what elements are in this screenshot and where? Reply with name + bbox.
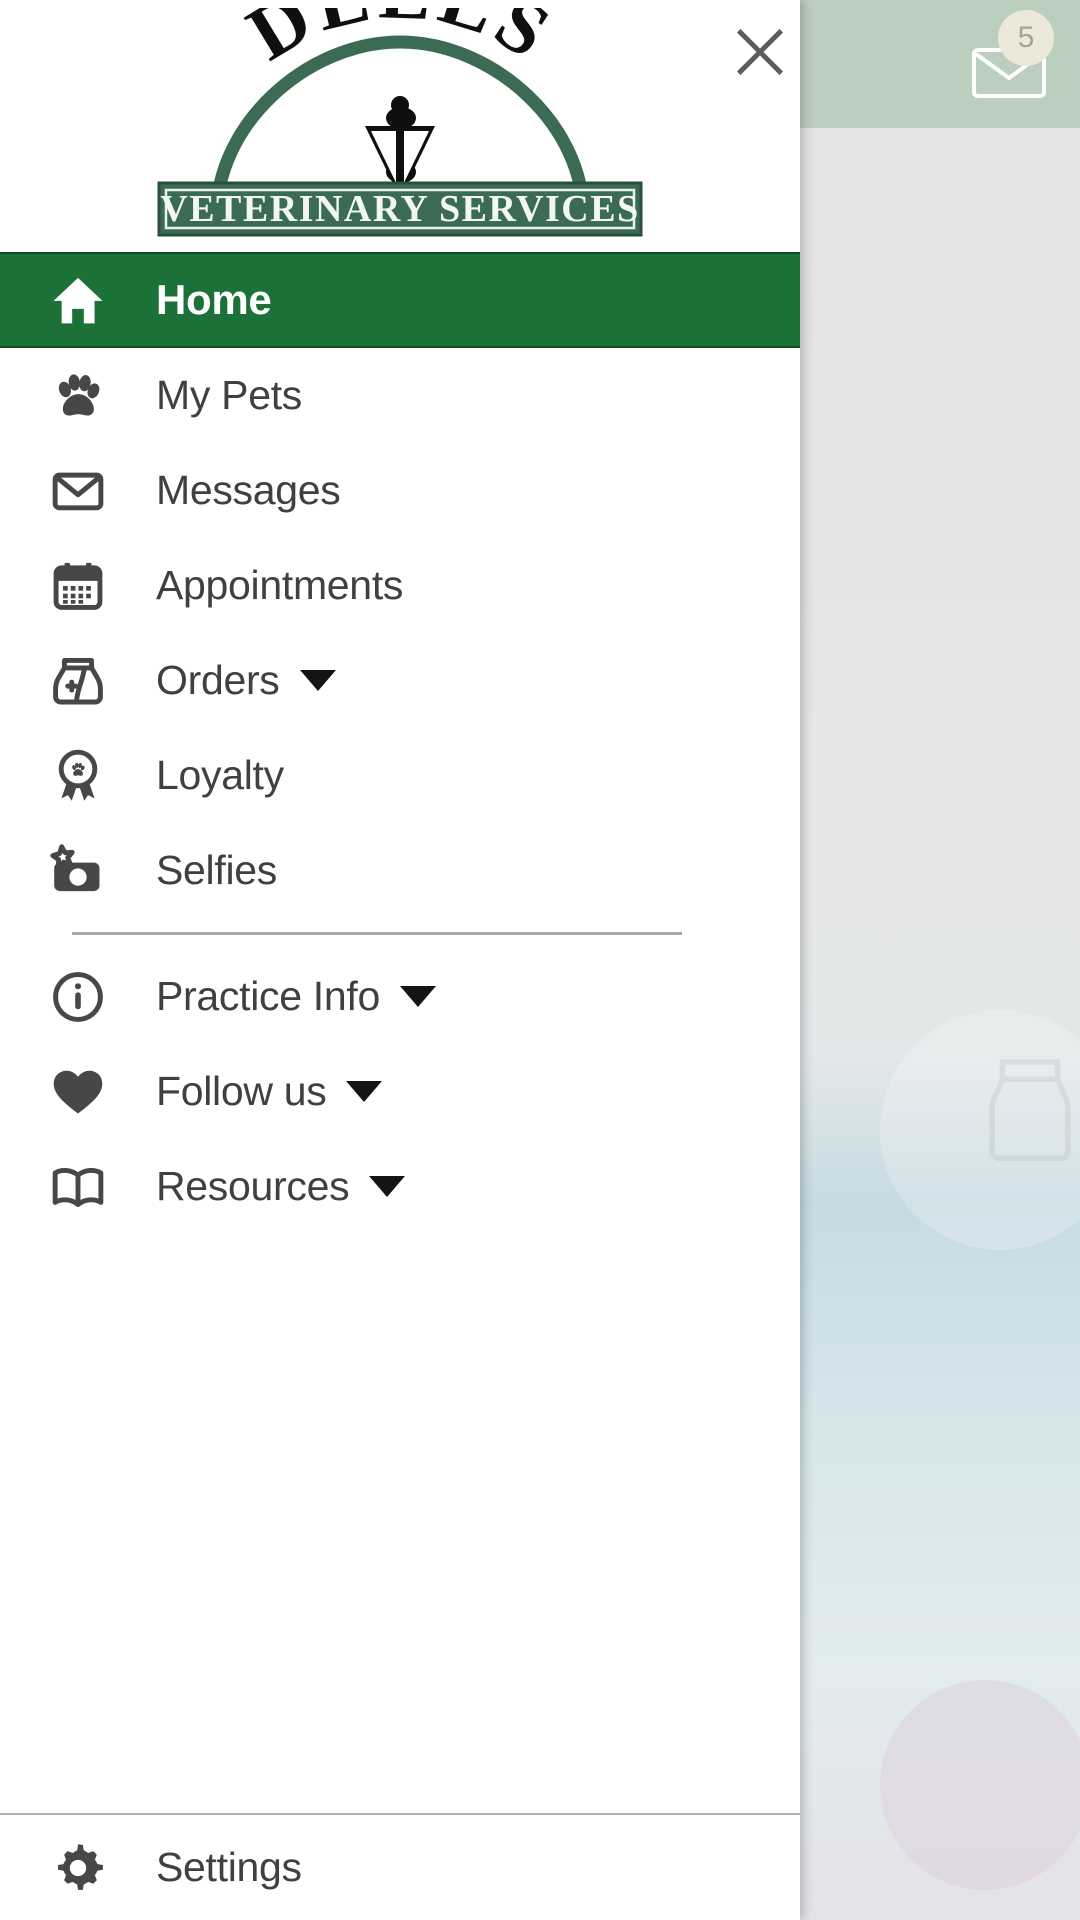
paw-icon — [0, 368, 156, 424]
close-icon — [736, 28, 784, 76]
menu-item-label: Practice Info — [156, 973, 380, 1019]
drawer-menu: Home My Pets Messages Appointments Order… — [0, 252, 800, 1524]
menu-item-label: Selfies — [156, 847, 277, 893]
menu-item-label: Orders — [156, 657, 280, 703]
menu-item-orders-row: Orders — [156, 657, 336, 704]
menu-item-follow-us-row: Follow us — [156, 1068, 383, 1115]
menu-divider — [72, 932, 682, 935]
chevron-down-icon[interactable] — [369, 1176, 406, 1197]
menu-item-label: Follow us — [156, 1068, 327, 1114]
message-count-badge: 5 — [998, 10, 1054, 66]
close-drawer-button[interactable] — [716, 8, 804, 96]
practice-logo: DELLS — [0, 0, 800, 252]
menu-item-practice-info[interactable]: Practice Info — [0, 949, 800, 1044]
home-icon — [0, 272, 156, 328]
heart-icon — [0, 1064, 156, 1120]
calendar-icon — [0, 558, 156, 614]
menu-item-selfies[interactable]: Selfies — [0, 823, 800, 918]
menu-item-label: Resources — [156, 1163, 350, 1209]
food-bag-icon — [0, 653, 156, 709]
menu-item-label: Appointments — [156, 562, 404, 608]
envelope-icon — [0, 463, 156, 519]
logo-artwork: DELLS — [157, 8, 643, 237]
menu-item-my-pets[interactable]: My Pets — [0, 348, 800, 443]
logo-banner-text: VETERINARY SERVICES — [160, 188, 639, 230]
menu-item-follow-us[interactable]: Follow us — [0, 1044, 800, 1139]
open-book-icon — [0, 1159, 156, 1215]
food-bag-icon — [989, 1059, 1071, 1162]
menu-item-label: Home — [156, 276, 272, 323]
menu-item-label: Messages — [156, 467, 341, 513]
background-decoration-circle-2 — [880, 1680, 1080, 1890]
menu-item-appointments[interactable]: Appointments — [0, 538, 800, 633]
menu-item-messages[interactable]: Messages — [0, 443, 800, 538]
menu-item-label: Settings — [156, 1844, 302, 1890]
drawer-spacer — [0, 1524, 800, 1814]
award-paw-icon — [0, 748, 156, 804]
chevron-down-icon[interactable] — [299, 670, 336, 691]
menu-item-loyalty[interactable]: Loyalty — [0, 728, 800, 823]
logo-banner: VETERINARY SERVICES — [157, 181, 643, 237]
camera-star-icon — [0, 843, 156, 899]
menu-item-resources[interactable]: Resources — [0, 1139, 800, 1234]
chevron-down-icon[interactable] — [346, 1081, 383, 1102]
menu-item-settings[interactable]: Settings — [0, 1815, 800, 1920]
info-circle-icon — [0, 969, 156, 1025]
drawer-footer: Settings — [0, 1813, 800, 1920]
menu-item-label: My Pets — [156, 372, 302, 418]
chevron-down-icon[interactable] — [399, 986, 436, 1007]
menu-item-orders[interactable]: Orders — [0, 633, 800, 728]
menu-item-home[interactable]: Home — [0, 252, 800, 348]
menu-item-practice-info-row: Practice Info — [156, 973, 436, 1020]
navigation-drawer: DELLS — [0, 0, 800, 1920]
menu-item-resources-row: Resources — [156, 1163, 406, 1210]
menu-item-label: Loyalty — [156, 752, 284, 798]
gear-icon — [0, 1840, 156, 1896]
